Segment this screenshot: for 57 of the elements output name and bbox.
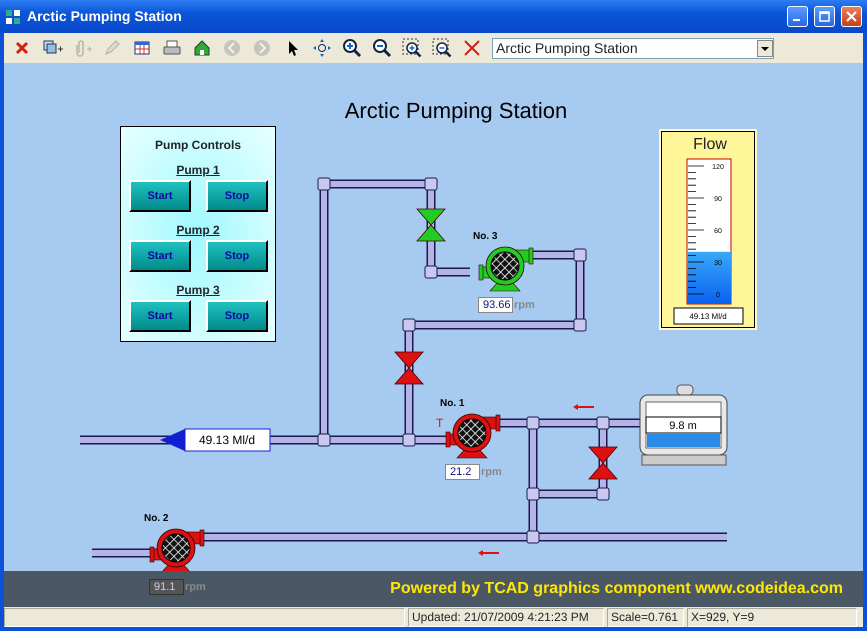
zoom-in-icon — [342, 38, 364, 58]
outflow-indicator: 49.13 Ml/d — [160, 428, 270, 452]
app-icon — [5, 8, 21, 24]
stop-button[interactable]: Stop — [206, 300, 268, 332]
minimize-button[interactable] — [787, 6, 808, 27]
diagram-title: Arctic Pumping Station — [344, 98, 568, 123]
pipe-joint — [526, 530, 540, 544]
status-text: Scale=0.761 — [607, 608, 684, 627]
window-title: Arctic Pumping Station — [27, 7, 182, 26]
rpm-unit: rpm — [481, 465, 502, 480]
zoom-window-out-icon — [432, 38, 454, 58]
maximize-icon — [819, 11, 830, 22]
pipe-joint — [424, 266, 438, 278]
pipe-joint — [574, 248, 586, 262]
alarm-marker: T — [436, 416, 444, 430]
pump-group-label: Pump 2 — [176, 222, 220, 239]
pipe-joint — [596, 488, 610, 500]
pipe-joint — [526, 488, 540, 500]
start-button[interactable]: Start — [129, 300, 191, 332]
view-dropdown[interactable]: Arctic Pumping Station — [492, 38, 774, 58]
banner-text: Powered by TCAD graphics component www.codeidea.com — [390, 579, 843, 599]
rpm-unit: rpm — [514, 298, 535, 313]
zoom-window-in-icon — [402, 38, 424, 58]
pipe-joint — [318, 178, 330, 190]
flow-direction-arrow — [478, 550, 499, 556]
pump-label: No. 1 — [440, 398, 464, 409]
start-button[interactable]: Start — [129, 240, 191, 272]
start-button[interactable]: Start — [129, 180, 191, 212]
rpm-reading: 91.1 — [149, 579, 184, 596]
zoom-out-icon — [372, 38, 394, 58]
pump-group-label: Pump 3 — [176, 282, 220, 299]
pipe-joint — [574, 318, 586, 332]
panel-title: Pump Controls — [154, 137, 242, 154]
pump-label: No. 3 — [473, 231, 498, 242]
minimize-icon — [792, 19, 800, 21]
meter-title: Flow — [693, 136, 727, 153]
pipe-joint — [402, 318, 416, 332]
rpm-reading: 21.2 — [445, 464, 480, 480]
pump-label: No. 2 — [144, 513, 168, 524]
pipe-joint — [318, 434, 330, 446]
stop-button[interactable]: Stop — [206, 180, 268, 212]
pipe-joint — [526, 416, 540, 430]
meter-reading: 49.13 Ml/d — [674, 308, 744, 324]
status-text: X=929, Y=9 — [687, 608, 857, 627]
close-icon — [846, 11, 857, 22]
pipe-joint — [596, 416, 610, 430]
close-button[interactable] — [841, 6, 862, 27]
maximize-button[interactable] — [814, 6, 835, 27]
stop-button[interactable]: Stop — [206, 240, 268, 272]
flow-direction-arrow — [573, 404, 594, 410]
status-text: Updated: 21/07/2009 4:21:23 PM — [408, 608, 604, 627]
pipe-joint — [424, 178, 438, 190]
pump-group-label: Pump 1 — [176, 162, 220, 179]
rpm-reading: 93.66 — [478, 297, 513, 314]
rpm-unit: rpm — [185, 580, 206, 595]
pipe-joint — [402, 434, 416, 446]
tank-reading: 9.8 m — [646, 416, 722, 434]
